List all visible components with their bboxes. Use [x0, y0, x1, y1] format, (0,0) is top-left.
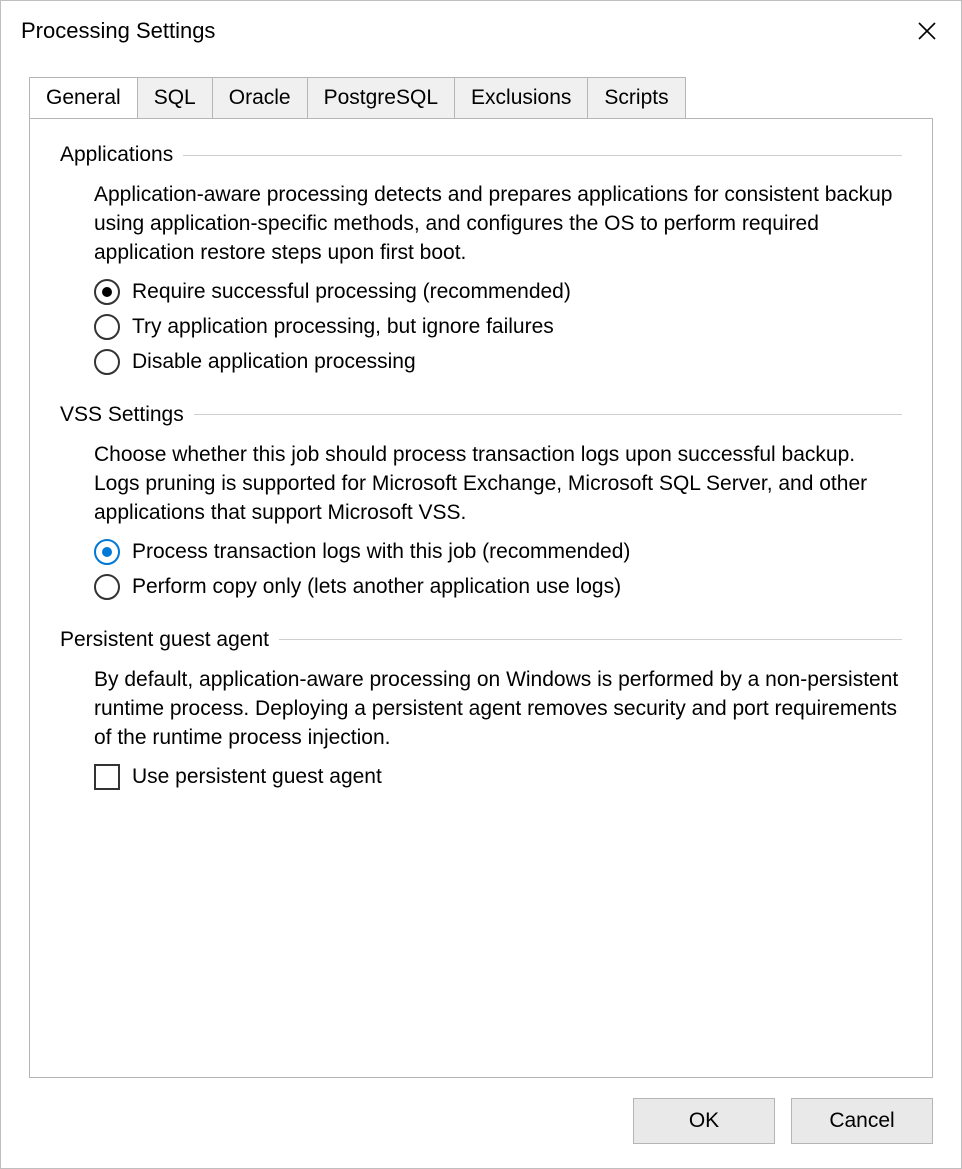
- group-title: VSS Settings: [60, 403, 194, 427]
- tab-general[interactable]: General: [29, 77, 138, 119]
- radio-copy-only[interactable]: Perform copy only (lets another applicat…: [94, 573, 902, 602]
- button-label: Cancel: [829, 1109, 894, 1133]
- group-persistent-agent: Persistent guest agent By default, appli…: [60, 628, 902, 792]
- group-body: By default, application-aware processing…: [60, 666, 902, 792]
- tab-panel-general: Applications Application-aware processin…: [29, 118, 933, 1078]
- tab-scripts[interactable]: Scripts: [587, 77, 685, 119]
- dialog-window: Processing Settings General SQL Oracle P…: [0, 0, 962, 1169]
- checkbox-persistent-agent[interactable]: Use persistent guest agent: [94, 763, 902, 792]
- group-header: VSS Settings: [60, 403, 902, 427]
- radio-icon: [94, 349, 120, 375]
- radio-try-ignore-failures[interactable]: Try application processing, but ignore f…: [94, 313, 902, 342]
- close-icon: [917, 21, 937, 41]
- group-title: Persistent guest agent: [60, 628, 279, 652]
- radio-label: Process transaction logs with this job (…: [132, 538, 630, 567]
- tab-row: General SQL Oracle PostgreSQL Exclusions…: [29, 77, 933, 119]
- group-rule: [279, 639, 902, 640]
- vss-description: Choose whether this job should process t…: [94, 441, 902, 528]
- applications-description: Application-aware processing detects and…: [94, 181, 902, 268]
- group-vss: VSS Settings Choose whether this job sho…: [60, 403, 902, 602]
- radio-disable-processing[interactable]: Disable application processing: [94, 348, 902, 377]
- group-body: Choose whether this job should process t…: [60, 441, 902, 602]
- radio-icon: [94, 574, 120, 600]
- radio-icon: [94, 314, 120, 340]
- ok-button[interactable]: OK: [633, 1098, 775, 1144]
- button-label: OK: [689, 1109, 719, 1133]
- radio-icon: [94, 279, 120, 305]
- tab-label: Exclusions: [471, 86, 571, 109]
- titlebar: Processing Settings: [1, 1, 961, 59]
- tab-label: Oracle: [229, 86, 291, 109]
- group-rule: [183, 155, 902, 156]
- persistent-description: By default, application-aware processing…: [94, 666, 902, 753]
- group-header: Applications: [60, 143, 902, 167]
- group-header: Persistent guest agent: [60, 628, 902, 652]
- tab-oracle[interactable]: Oracle: [212, 77, 308, 119]
- cancel-button[interactable]: Cancel: [791, 1098, 933, 1144]
- tab-postgresql[interactable]: PostgreSQL: [307, 77, 455, 119]
- radio-label: Try application processing, but ignore f…: [132, 313, 554, 342]
- radio-label: Require successful processing (recommend…: [132, 278, 571, 307]
- group-title: Applications: [60, 143, 183, 167]
- group-applications: Applications Application-aware processin…: [60, 143, 902, 377]
- tab-label: Scripts: [604, 86, 668, 109]
- radio-icon: [94, 539, 120, 565]
- tab-label: SQL: [154, 86, 196, 109]
- radio-label: Disable application processing: [132, 348, 416, 377]
- radio-process-logs[interactable]: Process transaction logs with this job (…: [94, 538, 902, 567]
- tab-label: General: [46, 86, 121, 109]
- content-area: General SQL Oracle PostgreSQL Exclusions…: [1, 59, 961, 1078]
- window-title: Processing Settings: [21, 18, 215, 44]
- tab-label: PostgreSQL: [324, 86, 438, 109]
- button-bar: OK Cancel: [1, 1078, 961, 1168]
- checkbox-label: Use persistent guest agent: [132, 763, 382, 792]
- close-button[interactable]: [907, 11, 947, 51]
- checkbox-icon: [94, 764, 120, 790]
- radio-require-successful[interactable]: Require successful processing (recommend…: [94, 278, 902, 307]
- radio-label: Perform copy only (lets another applicat…: [132, 573, 621, 602]
- group-rule: [194, 414, 902, 415]
- tab-exclusions[interactable]: Exclusions: [454, 77, 588, 119]
- group-body: Application-aware processing detects and…: [60, 181, 902, 377]
- tab-sql[interactable]: SQL: [137, 77, 213, 119]
